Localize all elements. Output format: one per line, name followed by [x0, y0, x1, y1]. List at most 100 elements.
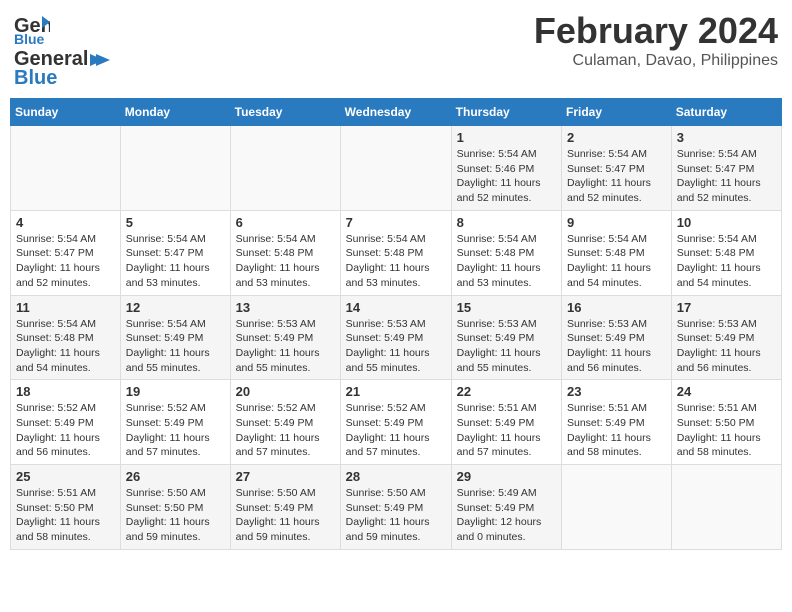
calendar-day-10: 10 Sunrise: 5:54 AM Sunset: 5:48 PM Dayli…: [671, 210, 781, 295]
day-info: Sunrise: 5:52 AM Sunset: 5:49 PM Dayligh…: [126, 401, 225, 460]
day-number: 8: [457, 215, 556, 230]
calendar-day-24: 24 Sunrise: 5:51 AM Sunset: 5:50 PM Dayli…: [671, 380, 781, 465]
weekday-header-saturday: Saturday: [671, 99, 781, 126]
day-number: 14: [346, 300, 446, 315]
day-number: 6: [236, 215, 335, 230]
weekday-header-tuesday: Tuesday: [230, 99, 340, 126]
weekday-header-thursday: Thursday: [451, 99, 561, 126]
calendar-empty-cell: [11, 126, 121, 211]
day-info: Sunrise: 5:54 AM Sunset: 5:47 PM Dayligh…: [567, 147, 666, 206]
calendar-week-row: 4 Sunrise: 5:54 AM Sunset: 5:47 PM Daylig…: [11, 210, 782, 295]
day-info: Sunrise: 5:54 AM Sunset: 5:47 PM Dayligh…: [126, 232, 225, 291]
day-number: 23: [567, 384, 666, 399]
day-info: Sunrise: 5:54 AM Sunset: 5:48 PM Dayligh…: [16, 317, 115, 376]
day-info: Sunrise: 5:53 AM Sunset: 5:49 PM Dayligh…: [567, 317, 666, 376]
calendar-empty-cell: [120, 126, 230, 211]
calendar-empty-cell: [230, 126, 340, 211]
day-info: Sunrise: 5:54 AM Sunset: 5:48 PM Dayligh…: [567, 232, 666, 291]
day-number: 2: [567, 130, 666, 145]
day-info: Sunrise: 5:51 AM Sunset: 5:49 PM Dayligh…: [567, 401, 666, 460]
calendar-day-14: 14 Sunrise: 5:53 AM Sunset: 5:49 PM Dayli…: [340, 295, 451, 380]
weekday-header-monday: Monday: [120, 99, 230, 126]
calendar-day-9: 9 Sunrise: 5:54 AM Sunset: 5:48 PM Daylig…: [562, 210, 672, 295]
day-number: 16: [567, 300, 666, 315]
day-number: 5: [126, 215, 225, 230]
day-number: 28: [346, 469, 446, 484]
calendar-empty-cell: [340, 126, 451, 211]
calendar-day-6: 6 Sunrise: 5:54 AM Sunset: 5:48 PM Daylig…: [230, 210, 340, 295]
calendar-day-15: 15Sunrise: 5:53 AM Sunset: 5:49 PM Dayli…: [451, 295, 561, 380]
calendar-day-7: 7 Sunrise: 5:54 AM Sunset: 5:48 PM Daylig…: [340, 210, 451, 295]
day-info: Sunrise: 5:54 AM Sunset: 5:49 PM Dayligh…: [126, 317, 225, 376]
calendar-day-26: 26 Sunrise: 5:50 AM Sunset: 5:50 PM Dayli…: [120, 465, 230, 550]
day-number: 22: [457, 384, 556, 399]
day-number: 9: [567, 215, 666, 230]
calendar-title: February 2024 Culaman, Davao, Philippine…: [534, 10, 778, 70]
calendar-empty-cell: [562, 465, 672, 550]
day-number: 12: [126, 300, 225, 315]
day-number: 15: [457, 300, 556, 315]
calendar-week-row: 25 Sunrise: 5:51 AM Sunset: 5:50 PM Dayli…: [11, 465, 782, 550]
day-number: 13: [236, 300, 335, 315]
calendar-day-5: 5 Sunrise: 5:54 AM Sunset: 5:47 PM Daylig…: [120, 210, 230, 295]
day-number: 25: [16, 469, 115, 484]
calendar-week-row: 1 Sunrise: 5:54 AM Sunset: 5:46 PM Daylig…: [11, 126, 782, 211]
day-info: Sunrise: 5:51 AM Sunset: 5:50 PM Dayligh…: [677, 401, 776, 460]
day-info: Sunrise: 5:54 AM Sunset: 5:48 PM Dayligh…: [677, 232, 776, 291]
calendar-week-row: 11 Sunrise: 5:54 AM Sunset: 5:48 PM Dayli…: [11, 295, 782, 380]
calendar-day-12: 12 Sunrise: 5:54 AM Sunset: 5:49 PM Dayli…: [120, 295, 230, 380]
day-info: Sunrise: 5:54 AM Sunset: 5:48 PM Dayligh…: [236, 232, 335, 291]
location-text: Culaman, Davao, Philippines: [534, 52, 778, 70]
day-number: 3: [677, 130, 776, 145]
day-number: 29: [457, 469, 556, 484]
day-info: Sunrise: 5:53 AM Sunset: 5:49 PM Dayligh…: [236, 317, 335, 376]
day-info: Sunrise: 5:53 AM Sunset: 5:49 PM Dayligh…: [346, 317, 446, 376]
day-info: Sunrise: 5:54 AM Sunset: 5:46 PM Dayligh…: [457, 147, 556, 206]
calendar-day-27: 27 Sunrise: 5:50 AM Sunset: 5:49 PM Dayli…: [230, 465, 340, 550]
day-number: 20: [236, 384, 335, 399]
day-number: 4: [16, 215, 115, 230]
calendar-empty-cell: [671, 465, 781, 550]
calendar-day-20: 20Sunrise: 5:52 AM Sunset: 5:49 PM Dayli…: [230, 380, 340, 465]
day-number: 18: [16, 384, 115, 399]
day-info: Sunrise: 5:52 AM Sunset: 5:49 PM Dayligh…: [346, 401, 446, 460]
day-info: Sunrise: 5:51 AM Sunset: 5:50 PM Dayligh…: [16, 486, 115, 545]
logo-blue: Blue: [14, 67, 57, 90]
logo: General Blue General Blue: [14, 10, 110, 90]
day-info: Sunrise: 5:50 AM Sunset: 5:50 PM Dayligh…: [126, 486, 225, 545]
calendar-day-17: 17Sunrise: 5:53 AM Sunset: 5:49 PM Dayli…: [671, 295, 781, 380]
svg-text:Blue: Blue: [14, 31, 45, 46]
logo-arrow-icon: [90, 52, 110, 68]
day-number: 19: [126, 384, 225, 399]
calendar-day-11: 11 Sunrise: 5:54 AM Sunset: 5:48 PM Dayli…: [11, 295, 121, 380]
weekday-header-wednesday: Wednesday: [340, 99, 451, 126]
calendar-day-28: 28 Sunrise: 5:50 AM Sunset: 5:49 PM Dayli…: [340, 465, 451, 550]
calendar-week-row: 18 Sunrise: 5:52 AM Sunset: 5:49 PM Dayli…: [11, 380, 782, 465]
page-header: General Blue General Blue February 2024 …: [10, 10, 782, 90]
day-info: Sunrise: 5:50 AM Sunset: 5:49 PM Dayligh…: [346, 486, 446, 545]
day-info: Sunrise: 5:54 AM Sunset: 5:47 PM Dayligh…: [16, 232, 115, 291]
day-number: 1: [457, 130, 556, 145]
day-info: Sunrise: 5:51 AM Sunset: 5:49 PM Dayligh…: [457, 401, 556, 460]
day-info: Sunrise: 5:54 AM Sunset: 5:48 PM Dayligh…: [346, 232, 446, 291]
day-number: 10: [677, 215, 776, 230]
day-info: Sunrise: 5:54 AM Sunset: 5:47 PM Dayligh…: [677, 147, 776, 206]
calendar-day-23: 23 Sunrise: 5:51 AM Sunset: 5:49 PM Dayli…: [562, 380, 672, 465]
calendar-day-8: 8 Sunrise: 5:54 AM Sunset: 5:48 PM Daylig…: [451, 210, 561, 295]
calendar-day-4: 4 Sunrise: 5:54 AM Sunset: 5:47 PM Daylig…: [11, 210, 121, 295]
day-info: Sunrise: 5:50 AM Sunset: 5:49 PM Dayligh…: [236, 486, 335, 545]
calendar-day-16: 16 Sunrise: 5:53 AM Sunset: 5:49 PM Dayli…: [562, 295, 672, 380]
day-number: 24: [677, 384, 776, 399]
day-number: 27: [236, 469, 335, 484]
logo-icon: General Blue: [14, 10, 50, 46]
day-number: 11: [16, 300, 115, 315]
day-info: Sunrise: 5:52 AM Sunset: 5:49 PM Dayligh…: [16, 401, 115, 460]
day-number: 7: [346, 215, 446, 230]
month-year-heading: February 2024: [534, 10, 778, 52]
calendar-day-2: 2 Sunrise: 5:54 AM Sunset: 5:47 PM Daylig…: [562, 126, 672, 211]
day-number: 26: [126, 469, 225, 484]
calendar-day-1: 1 Sunrise: 5:54 AM Sunset: 5:46 PM Daylig…: [451, 126, 561, 211]
day-info: Sunrise: 5:54 AM Sunset: 5:48 PM Dayligh…: [457, 232, 556, 291]
calendar-day-21: 21Sunrise: 5:52 AM Sunset: 5:49 PM Dayli…: [340, 380, 451, 465]
calendar-day-3: 3 Sunrise: 5:54 AM Sunset: 5:47 PM Daylig…: [671, 126, 781, 211]
